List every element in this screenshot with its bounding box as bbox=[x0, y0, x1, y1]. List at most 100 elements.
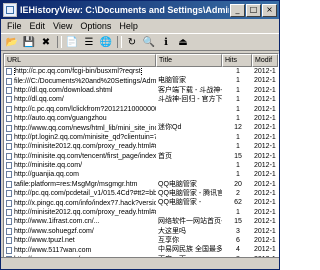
title-cell: 斗战神-回归 - 官方下载 bbox=[158, 96, 222, 104]
url-cell: http://minisite2012.qq.com/proxy_ready.h… bbox=[4, 208, 156, 217]
url-text: http://pt.login2.qq.com/minisite_qd?clie… bbox=[14, 133, 156, 141]
modified-cell: 2012-1 bbox=[254, 199, 276, 207]
delete-icon[interactable]: ✖ bbox=[38, 35, 54, 49]
modified-cell: 2012-1 bbox=[254, 190, 276, 198]
copy-icon[interactable]: 📄 bbox=[64, 35, 80, 49]
title-bar[interactable]: IEHistoryView: C:\Documents and Settings… bbox=[1, 1, 279, 19]
modified-cell: 2012-1 bbox=[254, 143, 276, 151]
refresh-icon[interactable]: ↻ bbox=[124, 35, 140, 49]
menu-view[interactable]: View bbox=[49, 21, 76, 31]
html-report-icon[interactable]: 🌐 bbox=[98, 35, 114, 49]
table-row[interactable]: http://minisite2012.qq.com/proxy_ready.h… bbox=[4, 142, 278, 151]
table-row[interactable]: file:///C:/Documents%20and%20Settings/Ad… bbox=[4, 76, 278, 85]
table-row[interactable]: tafile:platform=res:MsgMgr/msgmgr.htm QQ电… bbox=[4, 180, 278, 189]
page-icon bbox=[6, 218, 12, 226]
properties-icon[interactable]: ☰ bbox=[81, 35, 97, 49]
close-button[interactable]: × bbox=[262, 3, 277, 17]
modified-cell: 2012-1 bbox=[254, 218, 276, 226]
column-url[interactable]: URL bbox=[4, 54, 156, 67]
hits-cell: 6 bbox=[236, 237, 240, 245]
table-row[interactable]: http://c.pc.qq.com/fcgi-bin/busxml?reqrs… bbox=[4, 67, 278, 77]
hits-cell: 20 bbox=[234, 180, 242, 188]
hits-cell: 1 bbox=[236, 105, 240, 113]
history-list[interactable]: URL Title Hits Modif http://c.pc.qq.com/… bbox=[3, 53, 279, 258]
url-text: http://c.pc.qq.com/lclickfrom?2012121000… bbox=[14, 105, 156, 113]
column-modified[interactable]: Modif bbox=[252, 54, 278, 67]
find-icon[interactable]: 🔍 bbox=[141, 35, 157, 49]
title-cell bbox=[156, 67, 222, 76]
table-row[interactable]: http://www.qq.com/news/html_lib/mini_sit… bbox=[4, 123, 278, 132]
menu-file[interactable]: File bbox=[3, 21, 26, 31]
hits-cell: 1 bbox=[236, 171, 240, 179]
toolbar-separator bbox=[117, 36, 122, 48]
menu-options[interactable]: Options bbox=[76, 21, 115, 31]
url-text: http://dl.qq.com/ bbox=[14, 96, 64, 104]
page-icon bbox=[6, 162, 12, 170]
modified-cell: 2012-1 bbox=[254, 246, 276, 254]
table-row[interactable]: http://pt.login2.qq.com/minisite_qd?clie… bbox=[4, 133, 278, 142]
menu-help[interactable]: Help bbox=[115, 21, 142, 31]
table-row[interactable]: http://c.pc.qq.com/lclickfrom?2012121000… bbox=[4, 105, 278, 114]
exit-icon[interactable]: ⏏ bbox=[175, 35, 191, 49]
table-row[interactable]: http://auto.qq.com/guangzhou 1 2012-1 bbox=[4, 114, 278, 123]
page-icon bbox=[6, 171, 12, 179]
hits-cell: 4 bbox=[236, 246, 240, 254]
table-row[interactable]: http://pc.qq.com/pcdetail_v1/015.4Cd?#tt… bbox=[4, 189, 278, 198]
hits-cell: 1 bbox=[236, 114, 240, 122]
title-cell bbox=[156, 133, 222, 142]
menu-bar: File Edit View Options Help bbox=[1, 19, 279, 33]
page-icon bbox=[6, 246, 12, 254]
hits-cell: 12 bbox=[234, 124, 242, 132]
column-title[interactable]: Title bbox=[156, 54, 222, 67]
title-cell: 中易网民族 全国最多权威 bbox=[158, 246, 222, 254]
table-row[interactable]: http://www.sohuegzf.com/大这里吗 3 2012-1 bbox=[4, 227, 278, 236]
url-cell: http://c.pc.qq.com/fcgi-bin/busxml?reqrs… bbox=[4, 67, 156, 77]
table-row[interactable]: http://dl.qq.com/download.shtml 客户端下载 - 斗… bbox=[4, 86, 278, 95]
url-text: http://dl.qq.com/download.shtml bbox=[14, 86, 113, 94]
url-cell: http://x.pingc.qq.com/info/index?7.hack?… bbox=[4, 198, 156, 207]
table-row[interactable]: http://x.pingc.qq.com/info/index?7.hack?… bbox=[4, 198, 278, 207]
page-icon bbox=[6, 190, 12, 198]
title-cell: QQ电脑管家 - 腾讯官方网站 - ... bbox=[158, 190, 222, 198]
table-row[interactable]: http://guanjia.qq.com 1 2012-1 bbox=[4, 170, 278, 179]
title-cell: 客户端下载 - 斗战神-创... bbox=[158, 86, 222, 94]
table-row[interactable]: http://minisite.qq.com/1 2012-1 bbox=[4, 161, 278, 170]
table-row[interactable]: http://www.tpuzl.net 互享你 6 2012-1 bbox=[4, 236, 278, 245]
page-icon bbox=[6, 68, 12, 76]
toolbar: 📂 💾 ✖ 📄 ☰ 🌐 ↻ 🔍 ℹ ⏏ bbox=[1, 33, 279, 51]
table-row[interactable]: http://minisite2012.qq.com/proxy_ready.h… bbox=[4, 208, 278, 217]
hits-cell: 62 bbox=[234, 199, 242, 207]
url-text: http://www.qq.com/news/html_lib/mini_sit… bbox=[14, 124, 156, 132]
toolbar-separator bbox=[57, 36, 62, 48]
maximize-button[interactable]: □ bbox=[246, 3, 261, 17]
minimize-button[interactable]: _ bbox=[230, 3, 245, 17]
url-cell: file:///C:/Documents%20and%20Settings/Ad… bbox=[4, 76, 156, 85]
table-row[interactable]: http://minisite.qq.com/tencent/first_pag… bbox=[4, 152, 278, 161]
menu-edit[interactable]: Edit bbox=[26, 21, 50, 31]
url-cell: http://pc.qq.com/pcdetail_v1/015.4Cd?#tt… bbox=[4, 189, 156, 198]
table-row[interactable]: http://www.5117wan.com 中易网民族 全国最多权威 4 2012-… bbox=[4, 245, 278, 254]
url-text: http://auto.qq.com/guangzhou bbox=[14, 115, 107, 123]
about-icon[interactable]: ℹ bbox=[158, 35, 174, 49]
page-icon bbox=[6, 143, 12, 151]
status-bar bbox=[1, 257, 279, 269]
url-text: http://x.pingc.qq.com/info/index?7.hack?… bbox=[14, 199, 156, 207]
url-text: http://www.5117wan.com bbox=[14, 246, 92, 254]
url-cell: http://auto.qq.com/guangzhou bbox=[4, 114, 156, 123]
hits-cell: 1 bbox=[236, 77, 240, 85]
url-cell: http://guanjia.qq.com bbox=[4, 170, 156, 179]
save-icon[interactable]: 💾 bbox=[21, 35, 37, 49]
window-title: IEHistoryView: C:\Documents and Settings… bbox=[20, 5, 229, 15]
page-icon bbox=[6, 124, 12, 132]
modified-cell: 2012-1 bbox=[254, 68, 276, 75]
folder-open-icon[interactable]: 📂 bbox=[4, 35, 20, 49]
table-row[interactable]: http://dl.qq.com/斗战神-回归 - 官方下载 1 2012-1 bbox=[4, 95, 278, 104]
column-hits[interactable]: Hits bbox=[222, 54, 252, 67]
hits-cell: 3 bbox=[236, 227, 240, 235]
url-cell: http://dl.qq.com/ bbox=[4, 95, 156, 104]
url-text: http://pc.qq.com/pcdetail_v1/015.4Cd?#tt… bbox=[14, 190, 156, 198]
table-row[interactable]: http://www.1ifrast.com.cn/... 网络软件一网站首页-.… bbox=[4, 217, 278, 226]
modified-cell: 2012-1 bbox=[254, 237, 276, 245]
title-cell bbox=[156, 114, 222, 123]
hits-cell: 1 bbox=[236, 133, 240, 141]
